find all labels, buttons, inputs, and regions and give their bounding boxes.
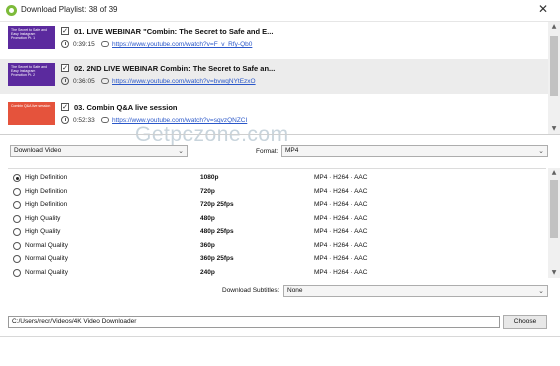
quality-name: High Definition — [25, 187, 68, 195]
quality-resolution: 720p 25fps — [200, 201, 234, 208]
chevron-down-icon: ⌄ — [178, 147, 184, 155]
quality-codec: MP4 · H264 · AAC — [314, 241, 368, 249]
quality-radio[interactable] — [13, 174, 21, 182]
chevron-down-icon: ⌄ — [538, 147, 544, 155]
format-value: MP4 — [285, 147, 299, 154]
item-checkbox[interactable]: ✓ — [61, 27, 69, 35]
item-url-link[interactable]: https://www.youtube.com/watch?v=bvwqNYtE… — [112, 78, 256, 85]
link-icon — [101, 117, 109, 123]
quality-codec: MP4 · H264 · AAC — [314, 187, 368, 195]
quality-resolution: 360p — [200, 241, 215, 249]
quality-radio[interactable] — [13, 241, 21, 250]
quality-list: High Definition 1080p MP4 · H264 · AAC H… — [8, 168, 546, 278]
scroll-down-icon[interactable]: ▼ — [548, 124, 560, 134]
subtitles-value: None — [287, 287, 303, 294]
quality-resolution: 1080p — [200, 174, 219, 181]
scroll-up-icon[interactable]: ▲ — [548, 168, 560, 178]
playlist-item[interactable]: The Secret to Safe and Easy Instagram Pr… — [0, 59, 548, 94]
item-duration: 0:36:05 — [73, 78, 95, 85]
download-mode-value: Download Video — [14, 147, 62, 154]
quality-name: High Quality — [25, 228, 61, 235]
quality-scrollbar[interactable]: ▲ ▼ — [548, 168, 560, 278]
quality-name: High Quality — [25, 214, 61, 222]
chevron-down-icon: ⌄ — [538, 287, 544, 295]
item-duration: 0:52:33 — [73, 117, 95, 124]
format-label: Format: — [256, 148, 279, 155]
quality-name: Normal Quality — [25, 241, 68, 249]
download-mode-select[interactable]: Download Video ⌄ — [10, 145, 188, 157]
quality-radio[interactable] — [13, 268, 21, 277]
footer-divider — [0, 336, 560, 337]
section-divider — [0, 134, 560, 135]
quality-row[interactable]: Normal Quality 360p MP4 · H264 · AAC — [8, 239, 546, 253]
item-title: 03. Combin Q&A live session — [74, 103, 178, 112]
video-thumbnail: The Secret to Safe and Easy Instagram Pr… — [8, 26, 55, 49]
quality-resolution: 360p 25fps — [200, 255, 234, 262]
choose-button[interactable]: Choose — [503, 315, 547, 329]
link-icon — [101, 41, 109, 47]
quality-codec: MP4 · H264 · AAC — [314, 268, 368, 276]
video-thumbnail: The Secret to Safe and Easy Instagram Pr… — [8, 63, 55, 86]
watermark: Getpczone.com — [135, 123, 289, 146]
save-path-input[interactable]: C:/Users/recr/Videos/4K Video Downloader — [8, 316, 500, 328]
quality-resolution: 480p — [200, 214, 215, 222]
item-url-link[interactable]: https://www.youtube.com/watch?v=F_v_Rfy-… — [112, 41, 252, 48]
app-logo-icon — [6, 5, 17, 16]
quality-codec: MP4 · H264 · AAC — [314, 228, 368, 235]
close-icon[interactable]: ✕ — [538, 2, 548, 16]
clock-icon — [61, 116, 69, 124]
item-title: 02. 2ND LIVE WEBINAR Combin: The Secret … — [74, 64, 276, 73]
quality-codec: MP4 · H264 · AAC — [314, 201, 368, 208]
subtitles-select[interactable]: None ⌄ — [283, 285, 548, 297]
video-thumbnail: Combin Q&A live session — [8, 102, 55, 125]
item-checkbox[interactable]: ✓ — [61, 64, 69, 72]
quality-radio[interactable] — [13, 228, 21, 236]
clock-icon — [61, 77, 69, 85]
quality-name: High Definition — [25, 174, 68, 181]
playlist-item[interactable]: The Secret to Safe and Easy Instagram Pr… — [0, 22, 548, 57]
scrollbar-thumb[interactable] — [550, 180, 558, 238]
quality-radio[interactable] — [13, 255, 21, 263]
quality-resolution: 720p — [200, 187, 215, 195]
scroll-up-icon[interactable]: ▲ — [548, 22, 560, 32]
title-bar: Download Playlist: 38 of 39 ✕ — [0, 0, 560, 22]
quality-name: Normal Quality — [25, 255, 68, 262]
link-icon — [101, 78, 109, 84]
playlist-scrollbar[interactable]: ▲ ▼ — [548, 22, 560, 134]
subtitles-label: Download Subtitles: — [222, 287, 280, 294]
quality-resolution: 240p — [200, 268, 215, 276]
quality-row[interactable]: Normal Quality 240p MP4 · H264 · AAC — [8, 266, 546, 280]
quality-radio[interactable] — [13, 187, 21, 196]
item-duration: 0:39:15 — [73, 41, 95, 48]
quality-radio[interactable] — [13, 214, 21, 223]
quality-resolution: 480p 25fps — [200, 228, 234, 235]
item-checkbox[interactable]: ✓ — [61, 103, 69, 111]
scrollbar-thumb[interactable] — [550, 36, 558, 96]
window-title: Download Playlist: 38 of 39 — [21, 5, 118, 14]
quality-row[interactable]: High Definition 720p 25fps MP4 · H264 · … — [8, 198, 546, 212]
quality-row[interactable]: Normal Quality 360p 25fps MP4 · H264 · A… — [8, 252, 546, 266]
item-title: 01. LIVE WEBINAR "Combin: The Secret to … — [74, 27, 274, 36]
scroll-down-icon[interactable]: ▼ — [548, 268, 560, 278]
format-select[interactable]: MP4 ⌄ — [281, 145, 548, 157]
quality-codec: MP4 · H264 · AAC — [314, 174, 368, 181]
clock-icon — [61, 40, 69, 48]
quality-row[interactable]: High Quality 480p MP4 · H264 · AAC — [8, 212, 546, 226]
quality-radio[interactable] — [13, 201, 21, 209]
quality-name: High Definition — [25, 201, 68, 208]
quality-row[interactable]: High Definition 720p MP4 · H264 · AAC — [8, 185, 546, 199]
quality-codec: MP4 · H264 · AAC — [314, 255, 368, 262]
quality-row[interactable]: High Definition 1080p MP4 · H264 · AAC — [8, 171, 546, 185]
quality-codec: MP4 · H264 · AAC — [314, 214, 368, 222]
quality-name: Normal Quality — [25, 268, 68, 276]
quality-row[interactable]: High Quality 480p 25fps MP4 · H264 · AAC — [8, 225, 546, 239]
playlist-list: The Secret to Safe and Easy Instagram Pr… — [0, 22, 548, 134]
